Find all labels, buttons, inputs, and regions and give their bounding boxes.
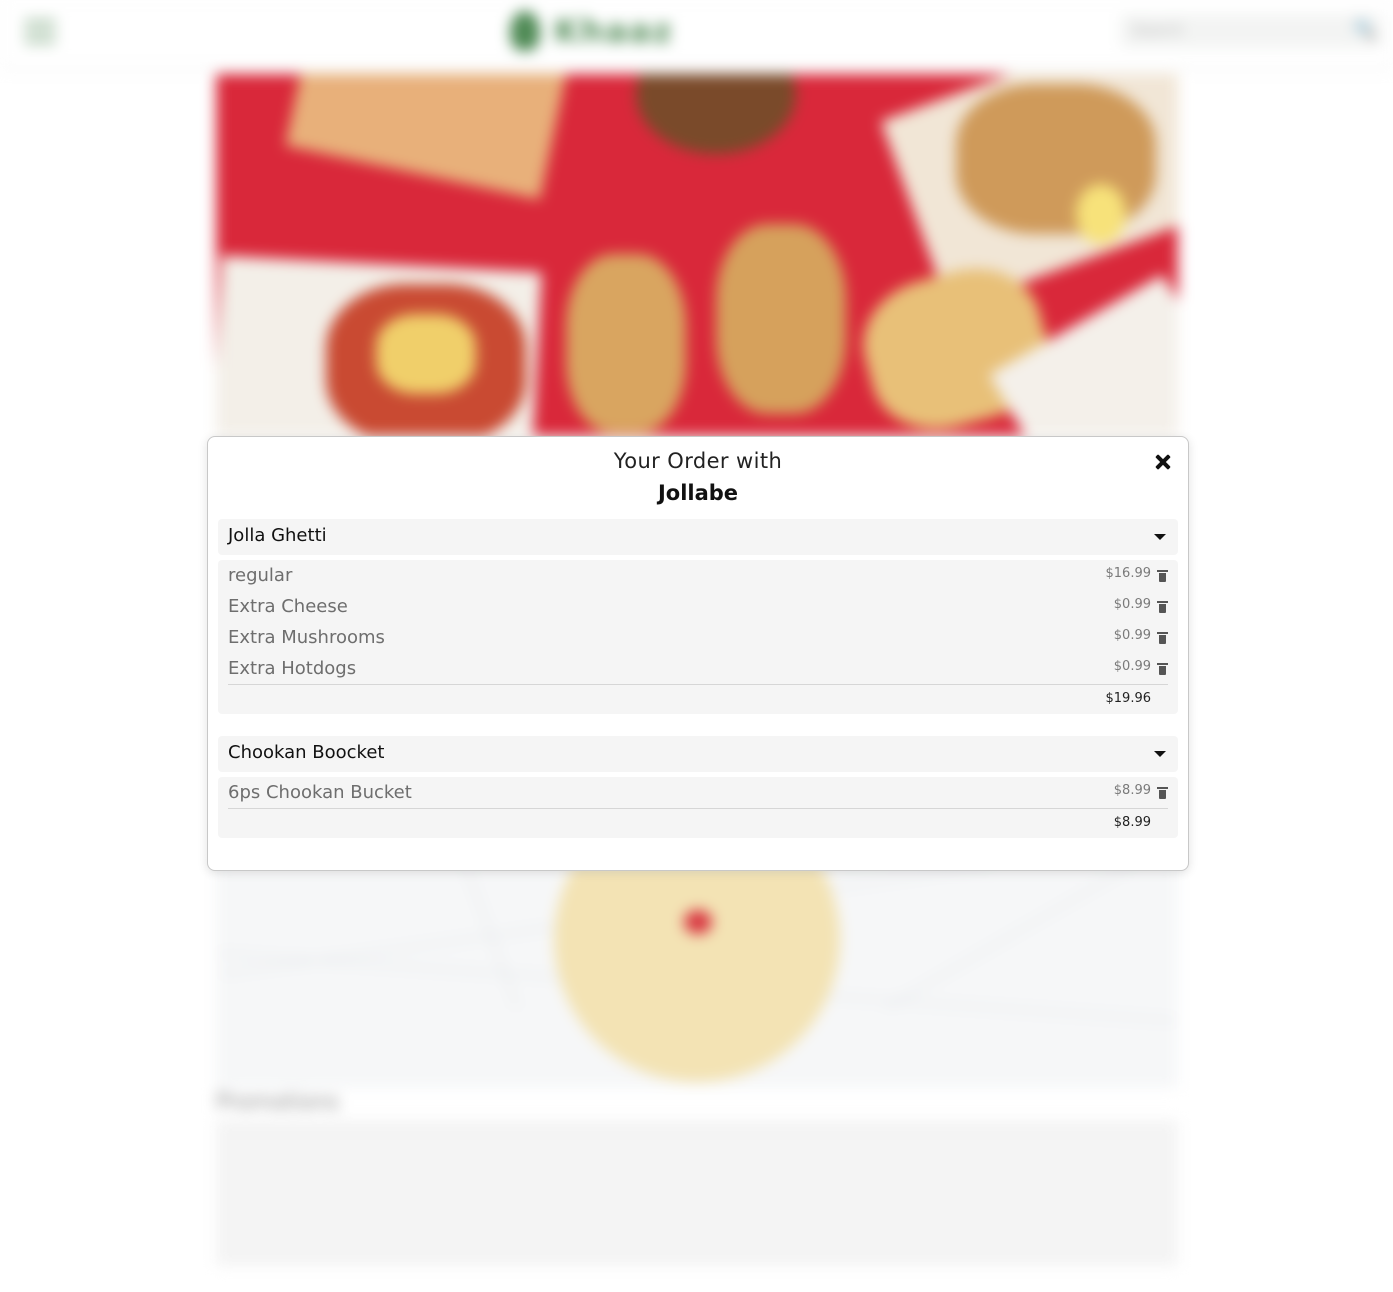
order-item-label: regular (228, 565, 293, 586)
app-logo[interactable]: Khaaz (510, 8, 673, 54)
order-group-subtotal: $19.96 (1105, 691, 1152, 706)
search-input[interactable]: Search 🔍 (1120, 14, 1382, 48)
order-group-name: Jolla Ghetti (228, 525, 327, 546)
order-item-label: 6ps Chookan Bucket (228, 782, 412, 803)
order-item-row: Extra Mushrooms $0.99 (228, 622, 1168, 653)
order-group-subtotal-row: $19.96 (228, 684, 1168, 714)
logo-text: Khaaz (554, 12, 674, 50)
trash-icon[interactable] (1157, 601, 1168, 613)
order-item-label: Extra Hotdogs (228, 658, 357, 679)
order-modal: Your Order with Jollabe Jolla Ghetti reg… (207, 436, 1189, 871)
order-group-subtotal-row: $8.99 (228, 808, 1168, 838)
order-group: Chookan Boocket 6ps Chookan Bucket $8.99… (218, 736, 1178, 838)
order-item-label: Extra Mushrooms (228, 627, 385, 648)
logo-mark-icon (510, 11, 540, 51)
close-icon[interactable] (1152, 451, 1174, 473)
restaurant-hero-image (216, 74, 1178, 436)
order-item-price: $0.99 (1113, 597, 1151, 612)
search-placeholder: Search (1132, 21, 1184, 39)
search-icon[interactable]: 🔍 (1354, 19, 1376, 40)
order-group-header[interactable]: Jolla Ghetti (218, 519, 1178, 555)
order-item-label: Extra Cheese (228, 596, 348, 617)
order-group: Jolla Ghetti regular $16.99 Extra Cheese… (218, 519, 1178, 714)
modal-title: Your Order with (613, 449, 783, 473)
order-group-header[interactable]: Chookan Boocket (218, 736, 1178, 772)
order-group-name: Chookan Boocket (228, 742, 385, 763)
trash-icon[interactable] (1157, 787, 1168, 799)
delivery-area-map[interactable] (216, 866, 1178, 1088)
order-item-row: regular $16.99 (228, 560, 1168, 591)
delivery-radius-circle (554, 866, 840, 1082)
restaurant-name: Jollabe (657, 481, 739, 505)
order-item-price: $0.99 (1113, 628, 1151, 643)
promotions-panel (216, 1120, 1178, 1266)
order-item-row: Extra Hotdogs $0.99 (228, 653, 1168, 684)
chevron-down-icon[interactable] (1154, 751, 1166, 757)
hamburger-menu-icon[interactable] (24, 20, 56, 44)
chevron-down-icon[interactable] (1154, 534, 1166, 540)
order-group-items: regular $16.99 Extra Cheese $0.99 Extra … (218, 560, 1178, 714)
promotions-heading: Promotions (216, 1090, 340, 1115)
top-navigation-bar: Khaaz Search 🔍 (0, 0, 1393, 66)
trash-icon[interactable] (1157, 632, 1168, 644)
map-pin-icon (684, 910, 712, 934)
order-item-row: Extra Cheese $0.99 (228, 591, 1168, 622)
order-group-subtotal: $8.99 (1113, 815, 1151, 830)
order-item-price: $8.99 (1113, 783, 1151, 798)
order-item-price: $0.99 (1113, 659, 1151, 674)
order-item-row: 6ps Chookan Bucket $8.99 (228, 777, 1168, 808)
trash-icon[interactable] (1157, 570, 1168, 582)
order-item-price: $16.99 (1105, 566, 1152, 581)
order-group-items: 6ps Chookan Bucket $8.99 $8.99 (218, 777, 1178, 838)
trash-icon[interactable] (1157, 663, 1168, 675)
